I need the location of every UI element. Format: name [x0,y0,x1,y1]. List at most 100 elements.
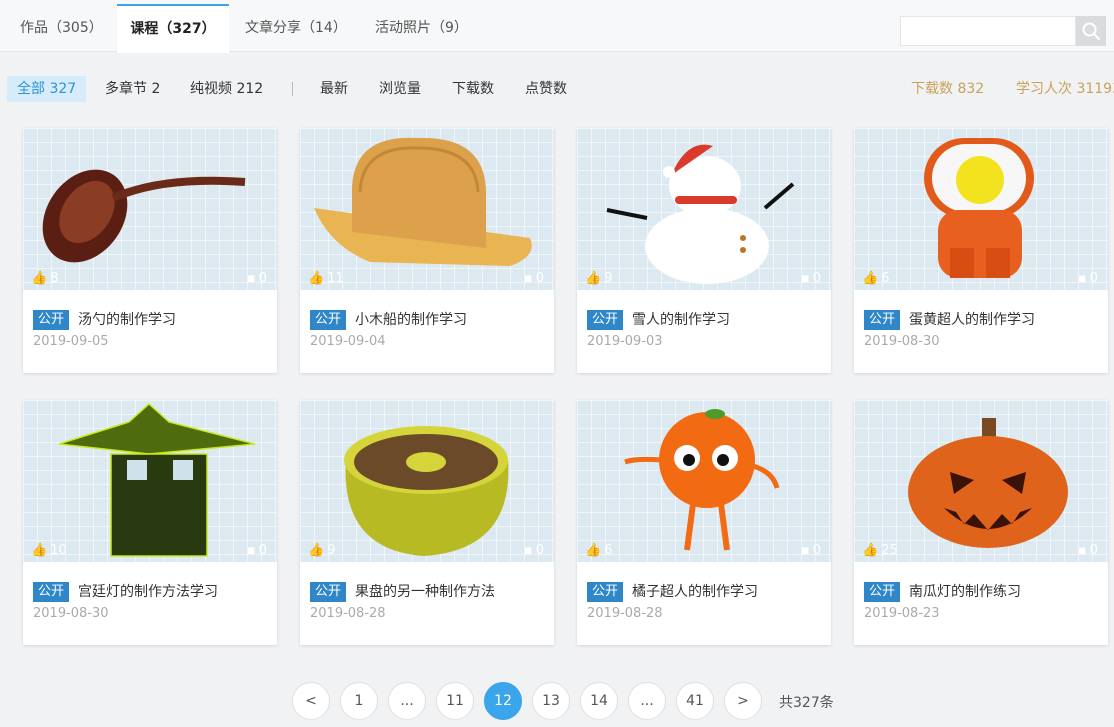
sort-likes[interactable]: 点赞数 [525,76,567,102]
snowman-image [606,144,795,284]
page-ellipsis[interactable]: ... [628,682,666,720]
comment-icon: ▪ [1077,543,1087,558]
course-date: 2019-08-23 [864,606,940,621]
course-date: 2019-09-05 [33,334,109,349]
sort-downloads[interactable]: 下载数 [452,76,494,102]
public-tag: 公开 [310,310,347,330]
course-title[interactable]: 小木船的制作学习 [355,310,467,330]
tab-articles[interactable]: 文章分享（14） [245,4,347,52]
course-date: 2019-08-30 [864,334,940,349]
course-card[interactable]: 👍 10 ▪ 0 公开 宫廷灯的制作方法学习 2019-08-30 [23,400,277,645]
course-date: 2019-08-30 [33,606,109,621]
boat-image [314,137,532,266]
course-title[interactable]: 果盘的另一种制作方法 [355,582,495,602]
course-thumbnail[interactable]: 👍 8 ▪ 0 [23,128,277,290]
like-count: 👍 25 [862,543,898,558]
like-count: 👍 6 [862,271,890,286]
comment-icon: ▪ [800,543,810,558]
course-card[interactable]: 👍 9 ▪ 0 公开 果盘的另一种制作方法 2019-08-28 [300,400,554,645]
comment-icon: ▪ [246,271,256,286]
comment-count: ▪ 0 [800,543,821,558]
page-ellipsis[interactable]: ... [388,682,426,720]
public-tag: 公开 [864,310,901,330]
page-14[interactable]: 14 [580,682,618,720]
page-1[interactable]: 1 [340,682,378,720]
sort-latest[interactable]: 最新 [320,76,348,102]
total-count: 共327条 [779,695,834,711]
prev-page-button[interactable]: < [292,682,330,720]
comment-icon: ▪ [523,271,533,286]
tab-photos[interactable]: 活动照片（9） [375,4,468,52]
course-card[interactable]: 👍 6 ▪ 0 公开 蛋黄超人的制作学习 2019-08-30 [854,128,1108,373]
next-page-button[interactable]: > [724,682,762,720]
like-count: 👍 9 [585,271,613,286]
course-date: 2019-09-03 [587,334,663,349]
filter-multi-chapter[interactable]: 多章节 2 [105,76,160,102]
ladle-image [42,169,246,263]
comment-count: ▪ 0 [523,543,544,558]
course-thumbnail[interactable]: 👍 6 ▪ 0 [854,128,1108,290]
page-41[interactable]: 41 [676,682,714,720]
course-date: 2019-09-04 [310,334,386,349]
thumbs-up-icon: 👍 [31,271,48,286]
thumbs-up-icon: 👍 [585,543,602,558]
orange-hero-image [624,409,780,551]
course-card[interactable]: 👍 25 ▪ 0 公开 南瓜灯的制作练习 2019-08-23 [854,400,1108,645]
download-count: 下载数 832 [911,81,985,97]
pumpkin-lantern-image [908,418,1068,548]
thumbs-up-icon: 👍 [308,543,325,558]
course-card[interactable]: 👍 9 ▪ 0 公开 雪人的制作学习 2019-09-03 [577,128,831,373]
course-thumbnail[interactable]: 👍 9 ▪ 0 [300,400,554,562]
palace-lantern-image [58,402,256,557]
sort-views[interactable]: 浏览量 [379,76,421,102]
public-tag: 公开 [587,310,624,330]
course-thumbnail[interactable]: 👍 25 ▪ 0 [854,400,1108,562]
course-date: 2019-08-28 [587,606,663,621]
search-icon [1082,22,1101,41]
like-count: 👍 10 [31,543,67,558]
comment-count: ▪ 0 [800,271,821,286]
page-12[interactable]: 12 [484,682,522,720]
course-thumbnail[interactable]: 👍 10 ▪ 0 [23,400,277,562]
comment-count: ▪ 0 [246,543,267,558]
search-button[interactable] [1076,16,1106,46]
course-thumbnail[interactable]: 👍 11 ▪ 0 [300,128,554,290]
comment-icon: ▪ [523,543,533,558]
course-title[interactable]: 南瓜灯的制作练习 [909,582,1021,602]
course-thumbnail[interactable]: 👍 6 ▪ 0 [577,400,831,562]
thumbs-up-icon: 👍 [585,271,602,286]
course-title[interactable]: 蛋黄超人的制作学习 [909,310,1035,330]
course-title[interactable]: 橘子超人的制作学习 [632,582,758,602]
thumbs-up-icon: 👍 [862,543,879,558]
public-tag: 公开 [587,582,624,602]
page-11[interactable]: 11 [436,682,474,720]
filter-video-only[interactable]: 纯视频 212 [190,76,263,102]
course-title[interactable]: 雪人的制作学习 [632,310,730,330]
comment-count: ▪ 0 [1077,543,1098,558]
like-count: 👍 11 [308,271,344,286]
course-card[interactable]: 👍 11 ▪ 0 公开 小木船的制作学习 2019-09-04 [300,128,554,373]
comment-count: ▪ 0 [523,271,544,286]
course-card[interactable]: 👍 6 ▪ 0 公开 橘子超人的制作学习 2019-08-28 [577,400,831,645]
top-tab-bar: 作品（305） 课程（327） 文章分享（14） 活动照片（9） [0,0,1114,53]
comment-icon: ▪ [246,543,256,558]
course-title[interactable]: 宫廷灯的制作方法学习 [78,582,218,602]
comment-icon: ▪ [800,271,810,286]
public-tag: 公开 [310,582,347,602]
course-date: 2019-08-28 [310,606,386,621]
comment-icon: ▪ [1077,271,1087,286]
learner-count: 学习人次 31193 [1016,81,1114,97]
course-thumbnail[interactable]: 👍 9 ▪ 0 [577,128,831,290]
comment-count: ▪ 0 [246,271,267,286]
course-card[interactable]: 👍 8 ▪ 0 公开 汤勺的制作学习 2019-09-05 [23,128,277,373]
tab-works[interactable]: 作品（305） [20,4,103,52]
search-input[interactable] [900,16,1076,46]
comment-count: ▪ 0 [1077,271,1098,286]
like-count: 👍 6 [585,543,613,558]
thumbs-up-icon: 👍 [31,543,48,558]
filter-all[interactable]: 全部 327 [7,76,87,102]
course-title[interactable]: 汤勺的制作学习 [78,310,176,330]
public-tag: 公开 [33,582,70,602]
page-13[interactable]: 13 [532,682,570,720]
tab-courses[interactable]: 课程（327） [117,4,229,53]
